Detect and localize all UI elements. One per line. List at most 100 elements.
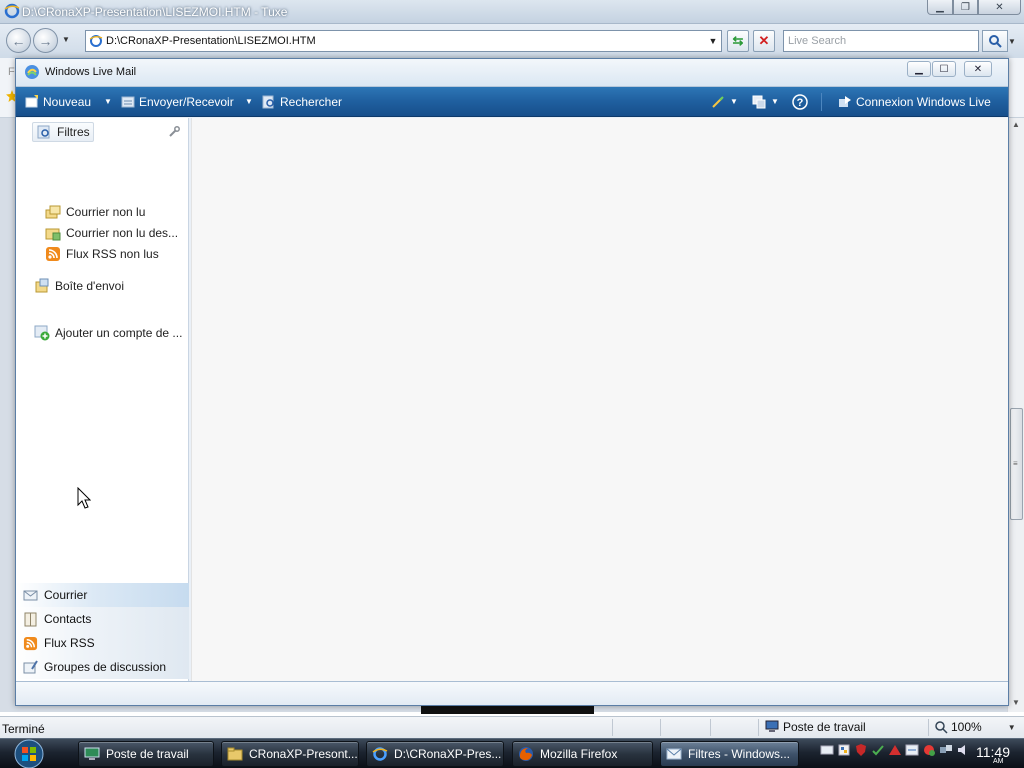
unread-contacts-mail-icon [45,228,61,241]
add-account-icon [34,325,50,341]
taskbar: Poste de travail CRonaXP-Presont... D:\C… [0,738,1024,768]
taskbar-item-folder[interactable]: CRonaXP-Presont... [221,741,359,767]
new-button[interactable]: Nouveau [25,94,91,110]
taskbar-item-wlm[interactable]: Filtres - Windows... [660,741,799,767]
forward-button[interactable]: → [33,28,58,53]
tray-mail-icon[interactable] [820,743,834,757]
filters-header[interactable]: Filtres [32,122,94,142]
folder-outbox[interactable]: Boîte d'envoi [34,276,124,296]
brush-dropdown-icon[interactable]: ▼ [730,97,738,106]
tray-security-icon[interactable] [837,743,851,757]
search-mail-button[interactable]: Rechercher [262,94,342,110]
wlm-window-title: Windows Live Mail [45,66,137,78]
zoom-control[interactable]: 100% ▼ [935,720,1016,734]
scroll-grip-icon: ≡ [1013,459,1018,468]
taskbar-item-firefox[interactable]: Mozilla Firefox [512,741,653,767]
ie-close-button[interactable]: ✕ [978,0,1021,15]
message-list-pane[interactable] [191,118,1008,681]
section-mail-button[interactable]: Courrier [16,583,189,607]
black-strip [421,705,594,714]
address-dropdown-icon[interactable]: ▼ [705,31,721,51]
toolbar-separator [821,93,822,111]
task-label: D:\CRonaXP-Pres... [394,747,502,761]
wlm-window: Windows Live Mail ▁ ☐ ✕ Nouveau ▼ Envoye… [15,58,1009,706]
ie-titlebar: D:\CRonaXP-Presentation\LISEZMOI.HTM - T… [0,0,1024,24]
back-button[interactable]: ← [6,28,31,53]
brush-icon[interactable] [711,95,725,109]
section-contacts-button[interactable]: Contacts [16,607,189,631]
search-button[interactable] [982,30,1008,52]
page-icon [89,35,103,47]
security-zone[interactable]: Poste de travail [765,720,866,734]
tray-shield-icon[interactable] [854,743,868,757]
wlm-maximize-button[interactable]: ☐ [932,61,956,77]
tray-messenger-icon[interactable] [922,743,936,757]
connect-label: Connexion Windows Live [856,95,991,109]
statusbar-divider [758,719,759,736]
clock[interactable]: 11:49 AM [976,744,1010,765]
refresh-button[interactable]: ⇆ [727,30,749,52]
search-options-icon[interactable]: ▼ [1008,37,1016,46]
unread-mail-icon [45,205,61,219]
tray-update-icon[interactable] [871,743,885,757]
add-account-label: Ajouter un compte de ... [55,326,183,340]
find-icon [262,95,274,109]
mail-icon [23,590,38,600]
send-receive-button[interactable]: Envoyer/Recevoir [121,94,234,110]
menu-icon[interactable] [752,95,766,109]
filter-item-unread-mail[interactable]: Courrier non lu [45,202,145,222]
ie-icon [372,747,388,761]
scroll-up-icon[interactable]: ▲ [1012,120,1020,129]
newsgroup-icon [23,659,38,673]
firefox-icon [519,747,533,761]
menu-dropdown-icon[interactable]: ▼ [771,97,779,106]
section-label: Contacts [44,612,92,626]
statusbar-divider [660,719,661,736]
section-newsgroups-button[interactable]: Groupes de discussion [16,655,189,679]
section-label: Groupes de discussion [44,660,167,674]
taskbar-item-computer[interactable]: Poste de travail [78,741,214,767]
taskbar-item-ie[interactable]: D:\CRonaXP-Pres... [366,741,504,767]
new-dropdown-icon[interactable]: ▼ [104,97,112,106]
windows-live-icon [25,65,39,79]
ie-minimize-button[interactable]: ▁ [927,0,953,15]
history-dropdown-icon[interactable]: ▼ [62,35,72,45]
zoom-dropdown-icon[interactable]: ▼ [1008,723,1016,732]
tray-antivirus-icon[interactable] [888,743,902,757]
filter-item-unread-contacts-mail[interactable]: Courrier non lu des... [45,223,178,243]
tray-sync-icon[interactable] [905,743,919,757]
wlm-minimize-button[interactable]: ▁ [907,61,931,77]
send-receive-dropdown-icon[interactable]: ▼ [245,97,253,106]
tray-volume-icon[interactable] [956,743,970,757]
add-account-link[interactable]: Ajouter un compte de ... [34,323,182,343]
sign-in-icon [839,96,851,107]
zoom-level: 100% [951,720,982,734]
system-tray [820,743,970,757]
scroll-down-icon[interactable]: ▼ [1012,698,1020,707]
connect-windows-live-button[interactable]: Connexion Windows Live [838,94,991,110]
folder-icon [227,747,243,761]
ie-maximize-button[interactable]: ❐ [953,0,978,15]
address-bar[interactable]: D:\CRonaXP-Presentation\LISEZMOI.HTM ▼ [85,30,722,52]
wlm-titlebar: Windows Live Mail ▁ ☐ ✕ [16,59,1008,87]
favbar-fragment: F [8,66,15,78]
statusbar-divider [612,719,613,736]
ie-scrollbar[interactable]: ▲ ≡ ▼ [1007,118,1024,714]
wlm-close-button[interactable]: ✕ [964,61,992,77]
section-rss-button[interactable]: Flux RSS [16,631,189,655]
tray-network-icon[interactable] [939,743,953,757]
rss-icon [23,636,38,650]
start-button[interactable] [11,739,47,768]
filter-item-label: Flux RSS non lus [66,247,159,261]
wlm-toolbar: Nouveau ▼ Envoyer/Recevoir ▼ Rechercher … [16,87,1008,117]
send-receive-label: Envoyer/Recevoir [139,95,234,109]
help-icon[interactable]: ? [792,94,808,110]
filter-item-unread-rss[interactable]: Flux RSS non lus [45,244,159,264]
outbox-label: Boîte d'envoi [55,279,125,293]
new-label: Nouveau [43,95,92,109]
wrench-icon[interactable] [168,126,180,138]
stop-button[interactable]: ✕ [753,30,775,52]
task-label: CRonaXP-Presont... [249,747,358,761]
ie-statusbar: Terminé Poste de travail 100% ▼ [0,716,1024,738]
search-input[interactable]: Live Search [783,30,979,52]
